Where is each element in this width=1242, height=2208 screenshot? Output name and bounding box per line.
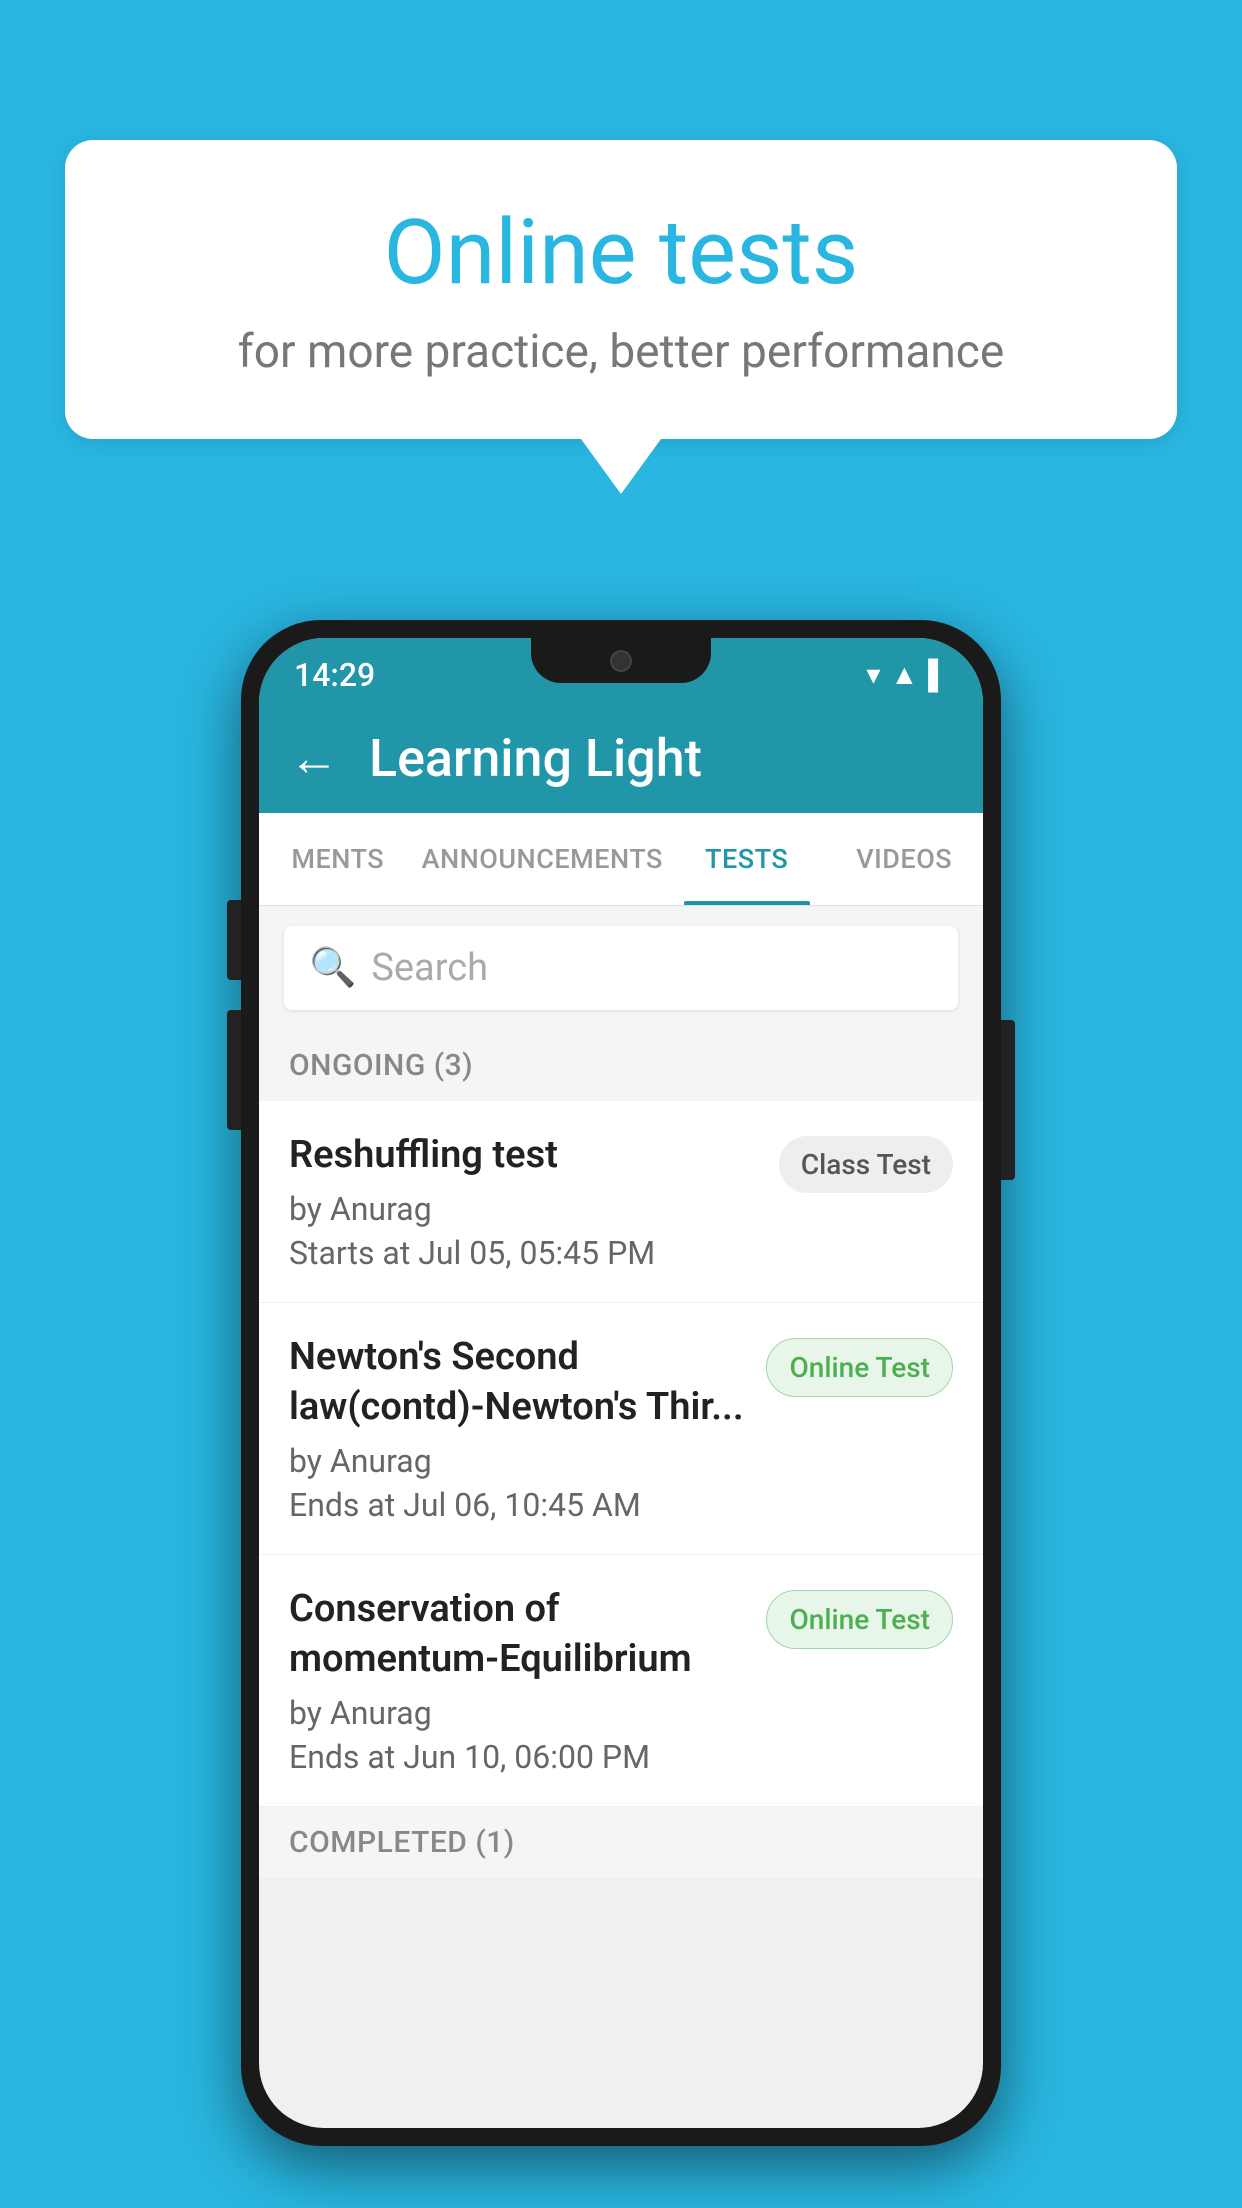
tabs-bar: MENTS ANNOUNCEMENTS TESTS VIDEOS bbox=[259, 813, 983, 906]
search-icon: 🔍 bbox=[309, 946, 356, 990]
volume-down-button bbox=[227, 1010, 241, 1130]
speech-bubble-section: Online tests for more practice, better p… bbox=[65, 140, 1177, 494]
test-info-1: Reshuffling test by Anurag Starts at Jul… bbox=[289, 1131, 779, 1272]
test-author-2: by Anurag bbox=[289, 1442, 746, 1480]
test-info-3: Conservation of momentum-Equilibrium by … bbox=[289, 1585, 766, 1776]
test-badge-3: Online Test bbox=[766, 1590, 953, 1649]
speech-bubble-subtitle: for more practice, better performance bbox=[145, 325, 1097, 379]
speech-bubble: Online tests for more practice, better p… bbox=[65, 140, 1177, 439]
ongoing-section-header: ONGOING (3) bbox=[259, 1030, 983, 1101]
speech-bubble-title: Online tests bbox=[145, 200, 1097, 305]
test-name-3: Conservation of momentum-Equilibrium bbox=[289, 1585, 746, 1684]
tab-announcements[interactable]: ANNOUNCEMENTS bbox=[417, 813, 668, 905]
test-time-2: Ends at Jul 06, 10:45 AM bbox=[289, 1486, 746, 1524]
search-input[interactable]: Search bbox=[371, 946, 488, 990]
power-button bbox=[1001, 1020, 1015, 1180]
test-badge-1: Class Test bbox=[779, 1136, 953, 1193]
test-time-1: Starts at Jul 05, 05:45 PM bbox=[289, 1234, 759, 1272]
phone-device: 14:29 ▾ ▲ ▌ ← Learning Light MENTS ANNOU… bbox=[241, 620, 1001, 2146]
front-camera bbox=[610, 650, 632, 672]
test-item-1[interactable]: Reshuffling test by Anurag Starts at Jul… bbox=[259, 1101, 983, 1303]
back-button[interactable]: ← bbox=[289, 729, 339, 788]
status-icons: ▾ ▲ ▌ bbox=[866, 658, 948, 691]
tab-videos[interactable]: VIDEOS bbox=[825, 813, 983, 905]
test-name-1: Reshuffling test bbox=[289, 1131, 759, 1180]
status-time: 14:29 bbox=[294, 656, 375, 694]
phone-frame: 14:29 ▾ ▲ ▌ ← Learning Light MENTS ANNOU… bbox=[241, 620, 1001, 2146]
search-bar[interactable]: 🔍 Search bbox=[284, 926, 958, 1010]
test-info-2: Newton's Second law(contd)-Newton's Thir… bbox=[289, 1333, 766, 1524]
volume-up-button bbox=[227, 900, 241, 980]
completed-section-header: COMPLETED (1) bbox=[259, 1807, 983, 1878]
tab-ments[interactable]: MENTS bbox=[259, 813, 417, 905]
test-list: Reshuffling test by Anurag Starts at Jul… bbox=[259, 1101, 983, 1807]
test-item-2[interactable]: Newton's Second law(contd)-Newton's Thir… bbox=[259, 1303, 983, 1555]
app-bar-title: Learning Light bbox=[369, 728, 702, 789]
signal-icon: ▲ bbox=[890, 658, 918, 691]
battery-icon: ▌ bbox=[928, 658, 948, 691]
app-bar: ← Learning Light bbox=[259, 703, 983, 813]
test-badge-2: Online Test bbox=[766, 1338, 953, 1397]
test-author-1: by Anurag bbox=[289, 1190, 759, 1228]
test-author-3: by Anurag bbox=[289, 1694, 746, 1732]
search-section: 🔍 Search bbox=[259, 906, 983, 1030]
speech-bubble-arrow bbox=[581, 439, 661, 494]
tab-tests[interactable]: TESTS bbox=[668, 813, 826, 905]
test-time-3: Ends at Jun 10, 06:00 PM bbox=[289, 1738, 746, 1776]
test-item-3[interactable]: Conservation of momentum-Equilibrium by … bbox=[259, 1555, 983, 1807]
wifi-icon: ▾ bbox=[866, 658, 880, 691]
phone-screen: 14:29 ▾ ▲ ▌ ← Learning Light MENTS ANNOU… bbox=[259, 638, 983, 2128]
test-name-2: Newton's Second law(contd)-Newton's Thir… bbox=[289, 1333, 746, 1432]
phone-notch bbox=[531, 638, 711, 683]
